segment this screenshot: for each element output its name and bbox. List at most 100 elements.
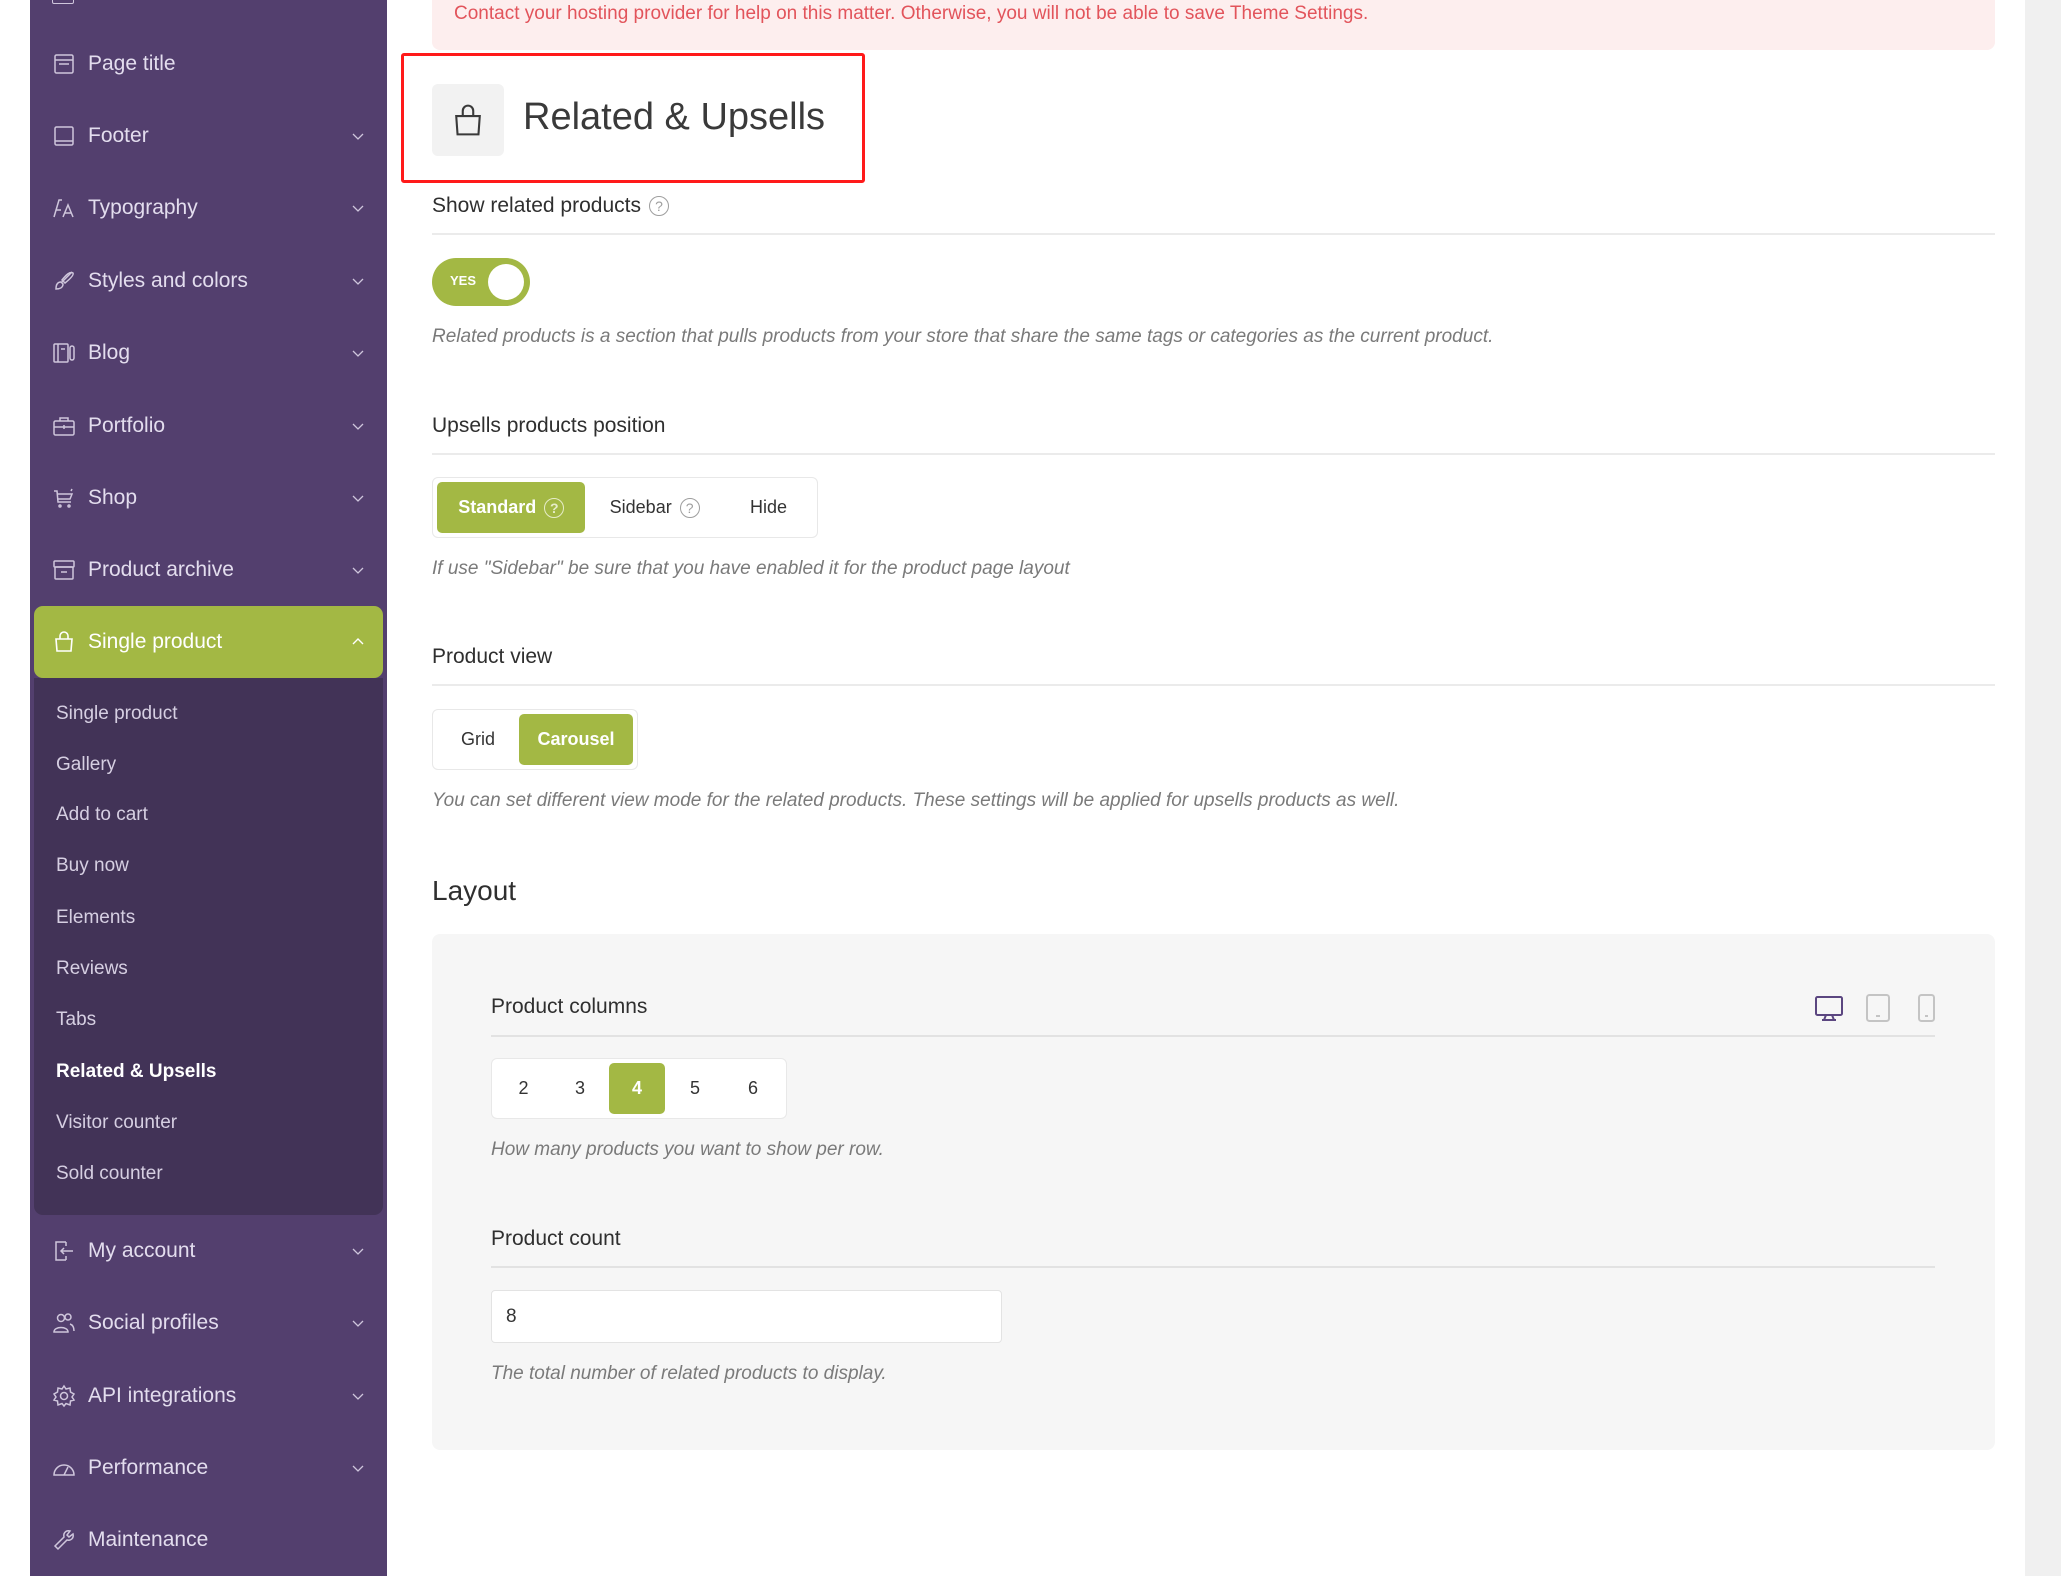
- sidebar-item-label: Maintenance: [88, 1528, 209, 1551]
- submenu-item-tabs[interactable]: Tabs: [56, 1005, 96, 1035]
- product-columns-segmented: 2 3 4 5 6: [491, 1058, 787, 1119]
- divider: [491, 1266, 1935, 1268]
- product-view-label: Product view: [432, 645, 553, 668]
- product-view-option-carousel[interactable]: Carousel: [519, 714, 633, 765]
- upsells-position-label: Upsells products position: [432, 414, 666, 437]
- briefcase-icon: [52, 414, 76, 438]
- sidebar-item-label: Blog: [88, 341, 131, 364]
- layout-section-title: Layout: [432, 875, 517, 906]
- upsells-option-standard[interactable]: Standard?: [437, 482, 586, 533]
- columns-option-4[interactable]: 4: [609, 1063, 665, 1114]
- sidebar-item-blog[interactable]: Blog: [34, 317, 383, 389]
- chevron-down-icon: [352, 495, 364, 502]
- tablet-icon[interactable]: [1863, 993, 1893, 1023]
- gauge-icon: [52, 1456, 76, 1480]
- sidebar-item-my-account[interactable]: My account: [34, 1215, 383, 1287]
- help-icon[interactable]: ?: [648, 196, 669, 217]
- sidebar-item-styles-and-colors[interactable]: Styles and colors: [34, 245, 383, 317]
- sidebar-item-portfolio[interactable]: Portfolio: [34, 390, 383, 462]
- columns-option-3[interactable]: 3: [551, 1063, 609, 1114]
- sidebar-item-shop[interactable]: Shop: [34, 462, 383, 534]
- shopping-bag-icon: [455, 104, 481, 136]
- sidebar-item-label: Shop: [88, 486, 138, 509]
- chevron-down-icon: [352, 1248, 364, 1255]
- submenu-item-related-upsells[interactable]: Related & Upsells: [56, 1057, 217, 1087]
- sidebar-item-social-profiles[interactable]: Social profiles: [34, 1287, 383, 1359]
- chevron-down-icon: [352, 133, 364, 140]
- upsells-option-hide[interactable]: Hide: [724, 482, 813, 533]
- divider: [432, 453, 1995, 455]
- single-product-submenu: Single product Gallery Add to cart Buy n…: [34, 678, 383, 1215]
- divider: [491, 1035, 1935, 1037]
- sidebar-item-label: Social profiles: [88, 1311, 219, 1334]
- chevron-down-icon: [352, 1465, 364, 1472]
- columns-option-5[interactable]: 5: [665, 1063, 725, 1114]
- toggle-state-label: YES: [450, 273, 477, 288]
- show-related-toggle[interactable]: YES: [432, 258, 530, 306]
- option-label: Standard: [458, 497, 537, 517]
- archive-icon: [52, 558, 76, 582]
- submenu-item-add-to-cart[interactable]: Add to cart: [56, 800, 148, 830]
- submenu-item-elements[interactable]: Elements: [56, 903, 135, 933]
- hosting-alert: Contact your hosting provider for help o…: [432, 0, 1995, 50]
- sidebar-item-product-archive[interactable]: Product archive: [34, 534, 383, 606]
- option-label: Sidebar: [609, 497, 672, 517]
- sidebar-item-single-product[interactable]: Single product: [34, 606, 383, 678]
- sidebar-item-label: Footer: [88, 124, 149, 147]
- chevron-down-icon: [352, 350, 364, 357]
- sidebar: Page title Footer Typography Styles and …: [30, 0, 387, 1576]
- mobile-icon[interactable]: [1911, 993, 1941, 1023]
- columns-option-6[interactable]: 6: [725, 1063, 781, 1114]
- submenu-item-single-product[interactable]: Single product: [56, 699, 177, 729]
- product-count-label: Product count: [491, 1227, 621, 1250]
- help-icon[interactable]: ?: [679, 497, 700, 518]
- product-view-option-grid[interactable]: Grid: [437, 714, 519, 765]
- submenu-item-buy-now[interactable]: Buy now: [56, 851, 129, 881]
- upsells-position-segmented: Standard? Sidebar? Hide: [432, 477, 818, 538]
- chevron-down-icon: [352, 1320, 364, 1327]
- show-related-label-text: Show related products: [432, 194, 641, 217]
- product-view-description: You can set different view mode for the …: [432, 790, 1400, 811]
- submenu-item-sold-counter[interactable]: Sold counter: [56, 1159, 163, 1189]
- partial-nav-icon: [52, 0, 74, 4]
- submenu-item-reviews[interactable]: Reviews: [56, 954, 128, 984]
- product-view-segmented: Grid Carousel: [432, 709, 638, 770]
- sidebar-item-api-integrations[interactable]: API integrations: [34, 1360, 383, 1432]
- sidebar-item-label: Typography: [88, 196, 198, 219]
- cart-icon: [52, 486, 76, 510]
- brush-icon: [52, 269, 76, 293]
- page-title-icon: [52, 52, 76, 76]
- chevron-down-icon: [352, 567, 364, 574]
- show-related-description: Related products is a section that pulls…: [432, 326, 1494, 347]
- sidebar-item-label: API integrations: [88, 1384, 237, 1407]
- wrench-icon: [52, 1528, 76, 1552]
- sidebar-item-label: Page title: [88, 52, 176, 75]
- upsells-position-description: If use "Sidebar" be sure that you have e…: [432, 558, 1070, 579]
- upsells-option-sidebar[interactable]: Sidebar?: [585, 482, 724, 533]
- product-columns-description: How many products you want to show per r…: [491, 1139, 884, 1160]
- gear-icon: [52, 1384, 76, 1408]
- login-icon: [52, 1239, 76, 1263]
- sidebar-item-performance[interactable]: Performance: [34, 1432, 383, 1504]
- chevron-up-icon: [352, 638, 364, 645]
- columns-option-2[interactable]: 2: [496, 1063, 551, 1114]
- help-icon[interactable]: ?: [544, 497, 565, 518]
- product-count-input[interactable]: [491, 1290, 1002, 1343]
- desktop-icon[interactable]: [1814, 993, 1844, 1023]
- sidebar-item-label: Single product: [88, 630, 223, 653]
- divider: [432, 233, 1995, 235]
- sidebar-item-label: Product archive: [88, 558, 234, 581]
- sidebar-item-page-title[interactable]: Page title: [34, 28, 383, 100]
- page-scrollbar[interactable]: [2025, 0, 2061, 1576]
- submenu-item-gallery[interactable]: Gallery: [56, 750, 116, 780]
- chevron-down-icon: [352, 423, 364, 430]
- sidebar-item-typography[interactable]: Typography: [34, 172, 383, 244]
- product-count-description: The total number of related products to …: [491, 1363, 887, 1384]
- chevron-down-icon: [352, 205, 364, 212]
- sidebar-item-footer[interactable]: Footer: [34, 100, 383, 172]
- submenu-item-visitor-counter[interactable]: Visitor counter: [56, 1108, 177, 1138]
- sidebar-item-maintenance[interactable]: Maintenance: [34, 1504, 383, 1576]
- sidebar-item-label: Portfolio: [88, 414, 166, 437]
- chevron-down-icon: [352, 1393, 364, 1400]
- sidebar-item-label: Styles and colors: [88, 269, 248, 292]
